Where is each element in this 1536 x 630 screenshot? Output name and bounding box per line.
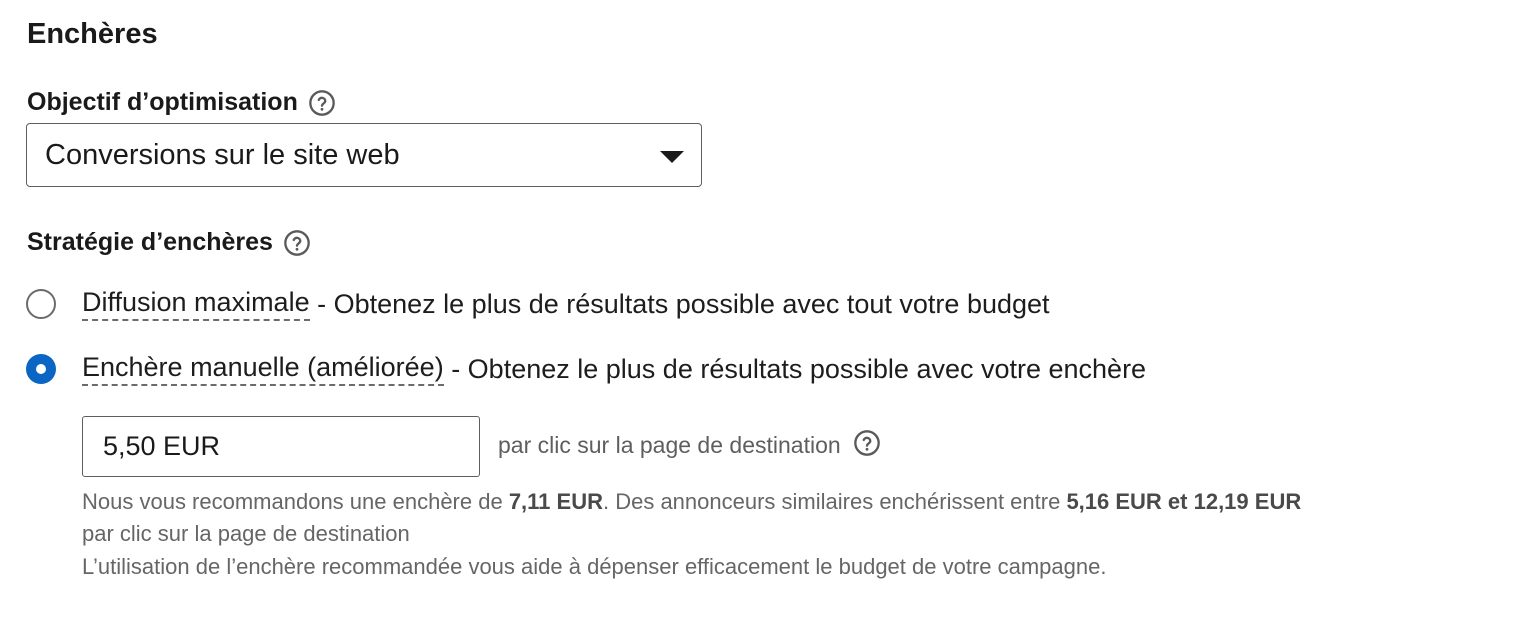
optimization-select-value: Conversions sur le site web: [45, 138, 400, 171]
help-icon[interactable]: [308, 89, 336, 117]
caret-down-icon: [660, 151, 684, 163]
radio-button-checked[interactable]: [26, 354, 56, 384]
bid-unit-label: par clic sur la page de destination: [498, 432, 841, 458]
recommendation-middle: . Des annonceurs similaires enchérissent…: [602, 489, 1067, 514]
bid-unit: par clic sur la page de destination: [498, 429, 881, 459]
optimization-select[interactable]: Conversions sur le site web: [26, 123, 702, 187]
strategy-option-name[interactable]: Diffusion maximale: [82, 287, 310, 321]
optimization-label-text: Objectif d’optimisation: [27, 88, 298, 116]
help-icon[interactable]: [853, 429, 881, 457]
strategy-option-description: - Obtenez le plus de résultats possible …: [443, 353, 1147, 384]
section-title: Enchères: [27, 18, 158, 50]
radio-button-unchecked[interactable]: [26, 289, 56, 319]
recommendation-line-2: par clic sur la page de destination: [82, 521, 410, 546]
bid-recommendation: Nous vous recommandons une enchère de 7,…: [82, 489, 1301, 515]
recommended-bid: 7,11 EUR: [508, 489, 603, 514]
strategy-option-description: - Obtenez le plus de résultats possible …: [309, 288, 1050, 319]
question-circle-icon: [309, 89, 335, 116]
optimization-label: Objectif d’optimisation: [27, 88, 336, 117]
strategy-option-name[interactable]: Enchère manuelle (améliorée): [82, 352, 444, 386]
bid-amount-input[interactable]: [82, 416, 480, 477]
strategy-option-manual-bid[interactable]: Enchère manuelle (améliorée) - Obtenez l…: [26, 352, 1146, 386]
recommendation-prefix: Nous vous recommandons une enchère de: [82, 489, 509, 514]
strategy-label: Stratégie d’enchères: [27, 228, 311, 257]
recommendation-line-3: L’utilisation de l’enchère recommandée v…: [82, 554, 1107, 579]
question-circle-icon: [853, 429, 880, 456]
bid-range: 5,16 EUR et 12,19 EUR: [1066, 489, 1302, 514]
strategy-label-text: Stratégie d’enchères: [27, 228, 273, 256]
question-circle-icon: [284, 229, 310, 256]
help-icon[interactable]: [283, 229, 311, 257]
strategy-option-max-delivery[interactable]: Diffusion maximale - Obtenez le plus de …: [26, 287, 1050, 321]
